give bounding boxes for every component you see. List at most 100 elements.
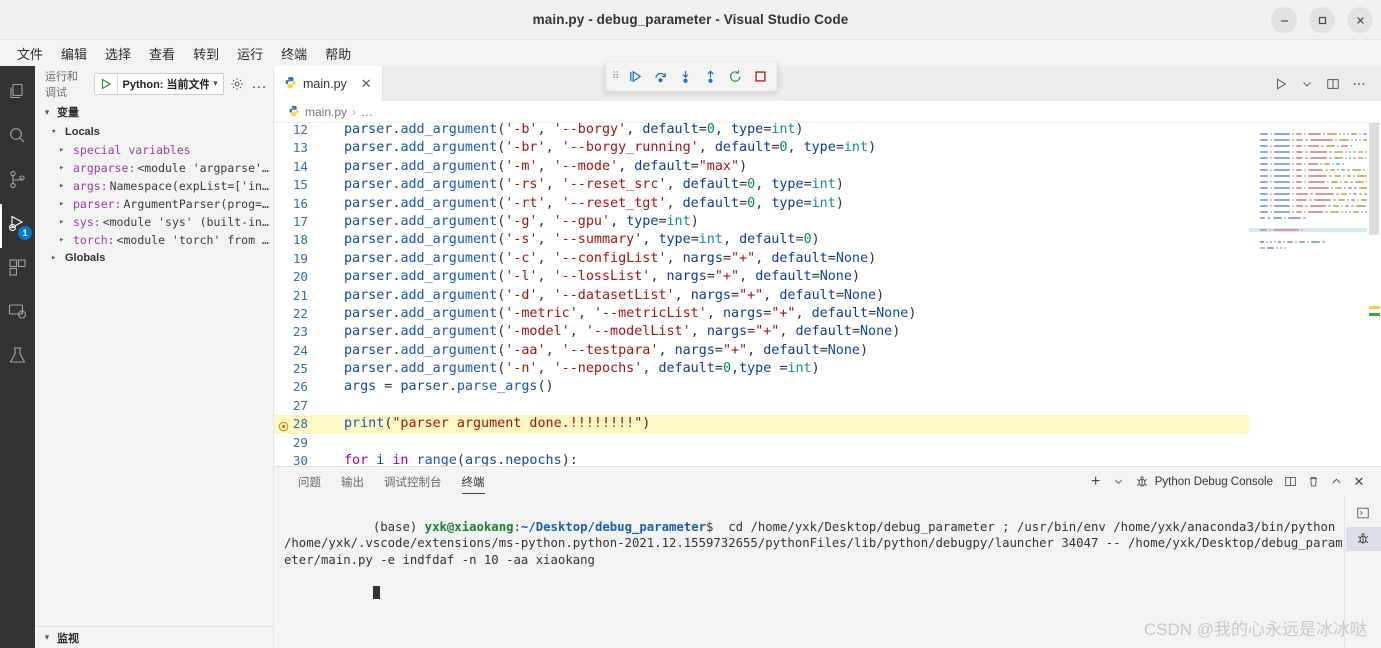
close-button[interactable] xyxy=(1347,7,1373,33)
activity-testing[interactable] xyxy=(0,336,35,380)
breadcrumb-rest[interactable]: … xyxy=(361,105,373,119)
tree-node-sys[interactable]: ▸ sys: <module 'sys' (built-in)> xyxy=(35,213,273,231)
tab-main-py[interactable]: main.py ✕ xyxy=(274,66,383,101)
code-text[interactable]: parser.add_argument('-b', '--borgy', def… xyxy=(320,123,804,139)
code-lines[interactable]: 12 parser.add_argument('-b', '--borgy', d… xyxy=(274,123,1381,466)
code-line[interactable]: 16 parser.add_argument('-rt', '--reset_tg… xyxy=(274,195,1381,213)
panel-tab-problems[interactable]: 问题 xyxy=(288,467,331,496)
debug-continue-button[interactable] xyxy=(624,66,646,88)
debug-toolbar[interactable]: ⠿ xyxy=(605,62,779,92)
code-line[interactable]: 18 parser.add_argument('-s', '--summary',… xyxy=(274,231,1381,249)
minimize-button[interactable] xyxy=(1271,7,1297,33)
code-text[interactable]: parser.add_argument('-s', '--summary', t… xyxy=(320,231,820,249)
maximize-button[interactable] xyxy=(1309,7,1335,33)
code-line[interactable]: 15 parser.add_argument('-rs', '--reset_sr… xyxy=(274,176,1381,194)
code-line[interactable]: 19 parser.add_argument('-c', '--configLis… xyxy=(274,250,1381,268)
debug-config-value[interactable]: Python: 当前文件 xyxy=(116,73,209,94)
editor-scrollbar-thumb[interactable] xyxy=(1369,123,1379,235)
chevron-down-icon[interactable] xyxy=(1109,472,1129,492)
tree-node-torch[interactable]: ▸ torch: <module 'torch' from '/home/yx… xyxy=(35,231,273,249)
code-text[interactable]: parser.add_argument('-metric', '--metric… xyxy=(320,305,916,323)
run-play-icon[interactable] xyxy=(1269,72,1293,96)
close-icon[interactable]: ✕ xyxy=(1349,472,1369,492)
active-terminal-name[interactable]: Python Debug Console xyxy=(1155,476,1277,488)
split-editor-icon[interactable] xyxy=(1321,72,1345,96)
code-text[interactable]: parser.add_argument('-m', '--mode', defa… xyxy=(320,158,747,176)
code-text[interactable]: parser.add_argument('-rs', '--reset_src'… xyxy=(320,176,844,194)
chevron-down-icon[interactable] xyxy=(1295,72,1319,96)
panel-tab-debug-console[interactable]: 调试控制台 xyxy=(374,467,452,496)
minimap[interactable] xyxy=(1249,123,1367,466)
code-line[interactable]: 28 print("parser argument done.!!!!!!!!") xyxy=(274,415,1381,434)
tree-node-parser[interactable]: ▸ parser: ArgumentParser(prog='main.py'… xyxy=(35,195,273,213)
code-line[interactable]: 30 for i in range(args.nepochs): xyxy=(274,452,1381,466)
split-icon[interactable] xyxy=(1280,472,1300,492)
code-text[interactable]: args = parser.parse_args() xyxy=(320,378,554,396)
editor-scrollbar[interactable] xyxy=(1367,123,1381,466)
code-line[interactable]: 26 args = parser.parse_args() xyxy=(274,378,1381,396)
menu-selection[interactable]: 选择 xyxy=(96,42,140,65)
activity-extensions[interactable] xyxy=(0,248,35,292)
tree-node-argparse[interactable]: ▸ argparse: <module 'argparse' from '/h… xyxy=(35,159,273,177)
chevron-down-icon[interactable]: ▾ xyxy=(209,78,223,89)
menu-file[interactable]: 文件 xyxy=(8,42,52,65)
code-text[interactable]: parser.add_argument('-model', '--modelLi… xyxy=(320,323,900,341)
code-line[interactable]: 21 parser.add_argument('-d', '--datasetLi… xyxy=(274,287,1381,305)
sidebar-more-actions-button[interactable]: … xyxy=(251,74,267,94)
variables-tree[interactable]: ▾ Locals ▸ special variables ▸ argparse:… xyxy=(35,123,273,626)
code-text[interactable]: parser.add_argument('-br', '--borgy_runn… xyxy=(320,139,876,157)
debug-step-out-button[interactable] xyxy=(699,66,721,88)
debug-config-control[interactable]: Python: 当前文件 ▾ xyxy=(93,72,224,95)
menu-terminal[interactable]: 终端 xyxy=(272,42,316,65)
tree-node-globals[interactable]: ▸ Globals xyxy=(35,249,273,267)
code-line[interactable]: 29 xyxy=(274,434,1381,452)
close-icon[interactable]: ✕ xyxy=(361,76,372,92)
menu-edit[interactable]: 编辑 xyxy=(52,42,96,65)
drag-handle-icon[interactable]: ⠿ xyxy=(612,71,621,82)
code-line[interactable]: 25 parser.add_argument('-n', '--nepochs',… xyxy=(274,360,1381,378)
menu-help[interactable]: 帮助 xyxy=(316,42,360,65)
code-text[interactable]: parser.add_argument('-d', '--datasetList… xyxy=(320,287,884,305)
terminal-list-item-shell[interactable] xyxy=(1346,501,1381,525)
panel-tab-terminal[interactable]: 终端 xyxy=(452,467,495,496)
code-line[interactable]: 24 parser.add_argument('-aa', '--testpara… xyxy=(274,342,1381,360)
code-text[interactable]: parser.add_argument('-c', '--configList'… xyxy=(320,250,876,268)
code-line[interactable]: 14 parser.add_argument('-m', '--mode', de… xyxy=(274,158,1381,176)
code-line[interactable]: 12 parser.add_argument('-b', '--borgy', d… xyxy=(274,123,1381,139)
chevron-up-icon[interactable] xyxy=(1326,472,1346,492)
debug-step-over-button[interactable] xyxy=(649,66,671,88)
code-text[interactable]: parser.add_argument('-aa', '--testpara',… xyxy=(320,342,868,360)
code-text[interactable]: print("parser argument done.!!!!!!!!") xyxy=(320,415,650,433)
code-text[interactable]: parser.add_argument('-g', '--gpu', type=… xyxy=(320,213,699,231)
gear-icon[interactable] xyxy=(230,74,245,94)
code-line[interactable]: 22 parser.add_argument('-metric', '--metr… xyxy=(274,305,1381,323)
code-text[interactable]: parser.add_argument('-l', '--lossList', … xyxy=(320,268,860,286)
activity-remote[interactable] xyxy=(0,292,35,336)
tree-node-locals[interactable]: ▾ Locals xyxy=(35,123,273,141)
watch-section-title[interactable]: ▾ 监视 xyxy=(35,626,273,648)
code-viewport[interactable]: 12 parser.add_argument('-b', '--borgy', d… xyxy=(274,123,1381,466)
code-text[interactable]: parser.add_argument('-rt', '--reset_tgt'… xyxy=(320,195,844,213)
debug-stop-button[interactable] xyxy=(749,66,771,88)
debug-step-into-button[interactable] xyxy=(674,66,696,88)
menu-run[interactable]: 运行 xyxy=(228,42,272,65)
activity-explorer[interactable] xyxy=(0,72,35,116)
breakpoint-icon[interactable] xyxy=(278,419,289,432)
code-line[interactable]: 27 xyxy=(274,397,1381,415)
new-terminal-button[interactable]: + xyxy=(1086,472,1106,492)
activity-source-control[interactable] xyxy=(0,160,35,204)
activity-search[interactable] xyxy=(0,116,35,160)
variables-section-title[interactable]: ▾ 变量 xyxy=(35,101,273,123)
breadcrumb[interactable]: main.py › … xyxy=(274,101,1381,123)
code-line[interactable]: 13 parser.add_argument('-br', '--borgy_ru… xyxy=(274,139,1381,157)
activity-run-and-debug[interactable]: 1 xyxy=(0,204,35,248)
breadcrumb-file[interactable]: main.py xyxy=(305,105,347,119)
menu-go[interactable]: 转到 xyxy=(184,42,228,65)
tree-node-args[interactable]: ▸ args: Namespace(expList=['indfdaf'], … xyxy=(35,177,273,195)
menu-view[interactable]: 查看 xyxy=(140,42,184,65)
panel-tab-output[interactable]: 输出 xyxy=(331,467,374,496)
start-debugging-icon[interactable] xyxy=(95,77,117,90)
terminal-list-item-python-debug-console[interactable] xyxy=(1345,527,1381,551)
code-line[interactable]: 23 parser.add_argument('-model', '--model… xyxy=(274,323,1381,341)
code-line[interactable]: 17 parser.add_argument('-g', '--gpu', typ… xyxy=(274,213,1381,231)
